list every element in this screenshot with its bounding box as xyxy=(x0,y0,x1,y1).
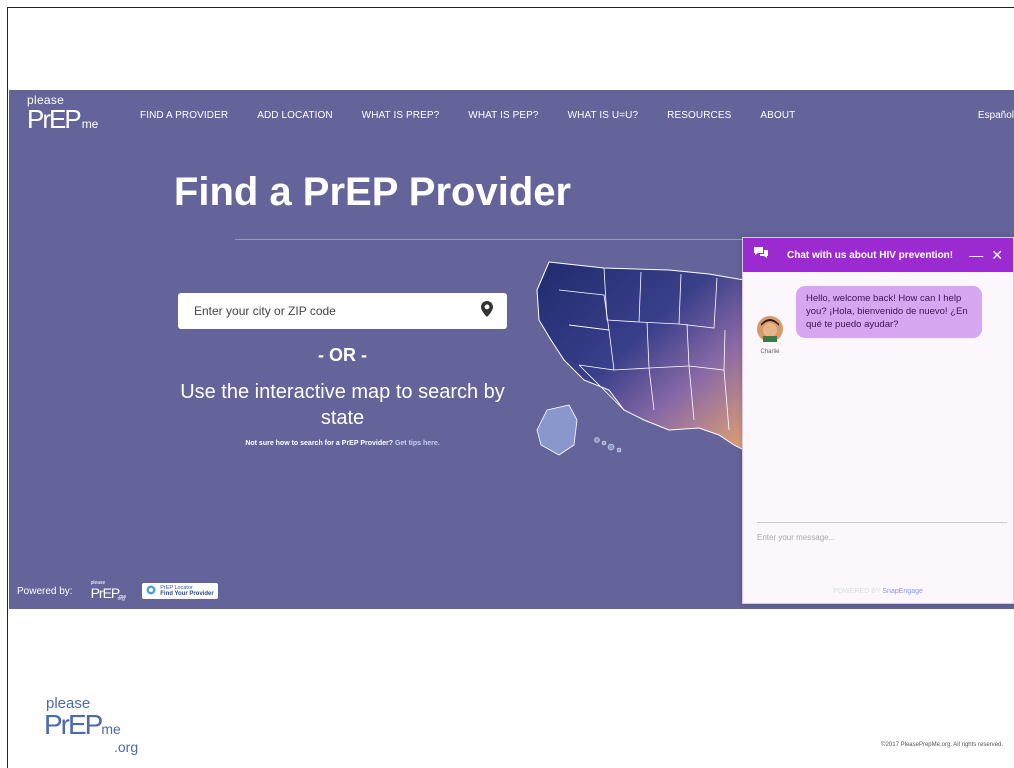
title-divider xyxy=(235,239,755,240)
copyright-text: ©2017 PleasePrepMe.org. All rights reser… xyxy=(881,742,1003,748)
powered-logo[interactable]: please PrEPme org xyxy=(91,581,127,602)
language-toggle[interactable]: Español xyxy=(978,110,1014,121)
or-divider: - OR - xyxy=(318,345,367,365)
locator-pin-icon xyxy=(146,585,156,595)
search-tips: Not sure how to search for a PrEP Provid… xyxy=(245,440,440,447)
nav-about[interactable]: ABOUT xyxy=(760,110,795,121)
close-icon[interactable]: ✕ xyxy=(991,247,1003,264)
map-pin-icon[interactable] xyxy=(481,300,493,322)
chat-powered-by: POWERED BY SnapEngage xyxy=(833,588,923,595)
nav-add-location[interactable]: ADD LOCATION xyxy=(257,110,332,121)
page-title: Find a PrEP Provider xyxy=(173,170,572,214)
site-logo[interactable]: please PrEP me xyxy=(27,94,98,132)
nav-resources[interactable]: RESOURCES xyxy=(667,110,731,121)
powered-by: Powered by: please PrEPme org PrEP Locat… xyxy=(17,581,218,602)
nav-what-is-uu[interactable]: WHAT IS U=U? xyxy=(568,110,639,121)
chat-message-input[interactable]: Enter your message... xyxy=(757,522,1007,542)
main-nav: FIND A PROVIDER ADD LOCATION WHAT IS PRE… xyxy=(140,110,824,121)
snapengage-link[interactable]: SnapEngage xyxy=(882,588,922,595)
chat-bubbles-icon xyxy=(753,246,769,264)
chat-header[interactable]: Chat with us about HIV prevention! — ✕ xyxy=(743,238,1013,272)
tips-link[interactable]: Get tips here. xyxy=(395,440,440,447)
location-search xyxy=(178,293,507,329)
search-input[interactable] xyxy=(192,303,466,319)
nav-what-is-prep[interactable]: WHAT IS PREP? xyxy=(362,110,440,121)
chat-widget: Chat with us about HIV prevention! — ✕ C… xyxy=(742,237,1014,604)
nav-what-is-pep[interactable]: WHAT IS PEP? xyxy=(468,110,538,121)
map-instruction: Use the interactive map to search by sta… xyxy=(180,381,505,429)
us-state-map[interactable] xyxy=(529,260,744,470)
nav-find-provider[interactable]: FIND A PROVIDER xyxy=(140,110,228,121)
minimize-icon[interactable]: — xyxy=(969,247,983,264)
chat-message: Hello, welcome back! How can I help you?… xyxy=(796,286,982,339)
agent-avatar: Charlie xyxy=(757,316,783,355)
footer-logo: please PrEPme .org xyxy=(44,695,139,755)
prep-locator-badge[interactable]: PrEP Locator Find Your Provider xyxy=(142,582,218,600)
